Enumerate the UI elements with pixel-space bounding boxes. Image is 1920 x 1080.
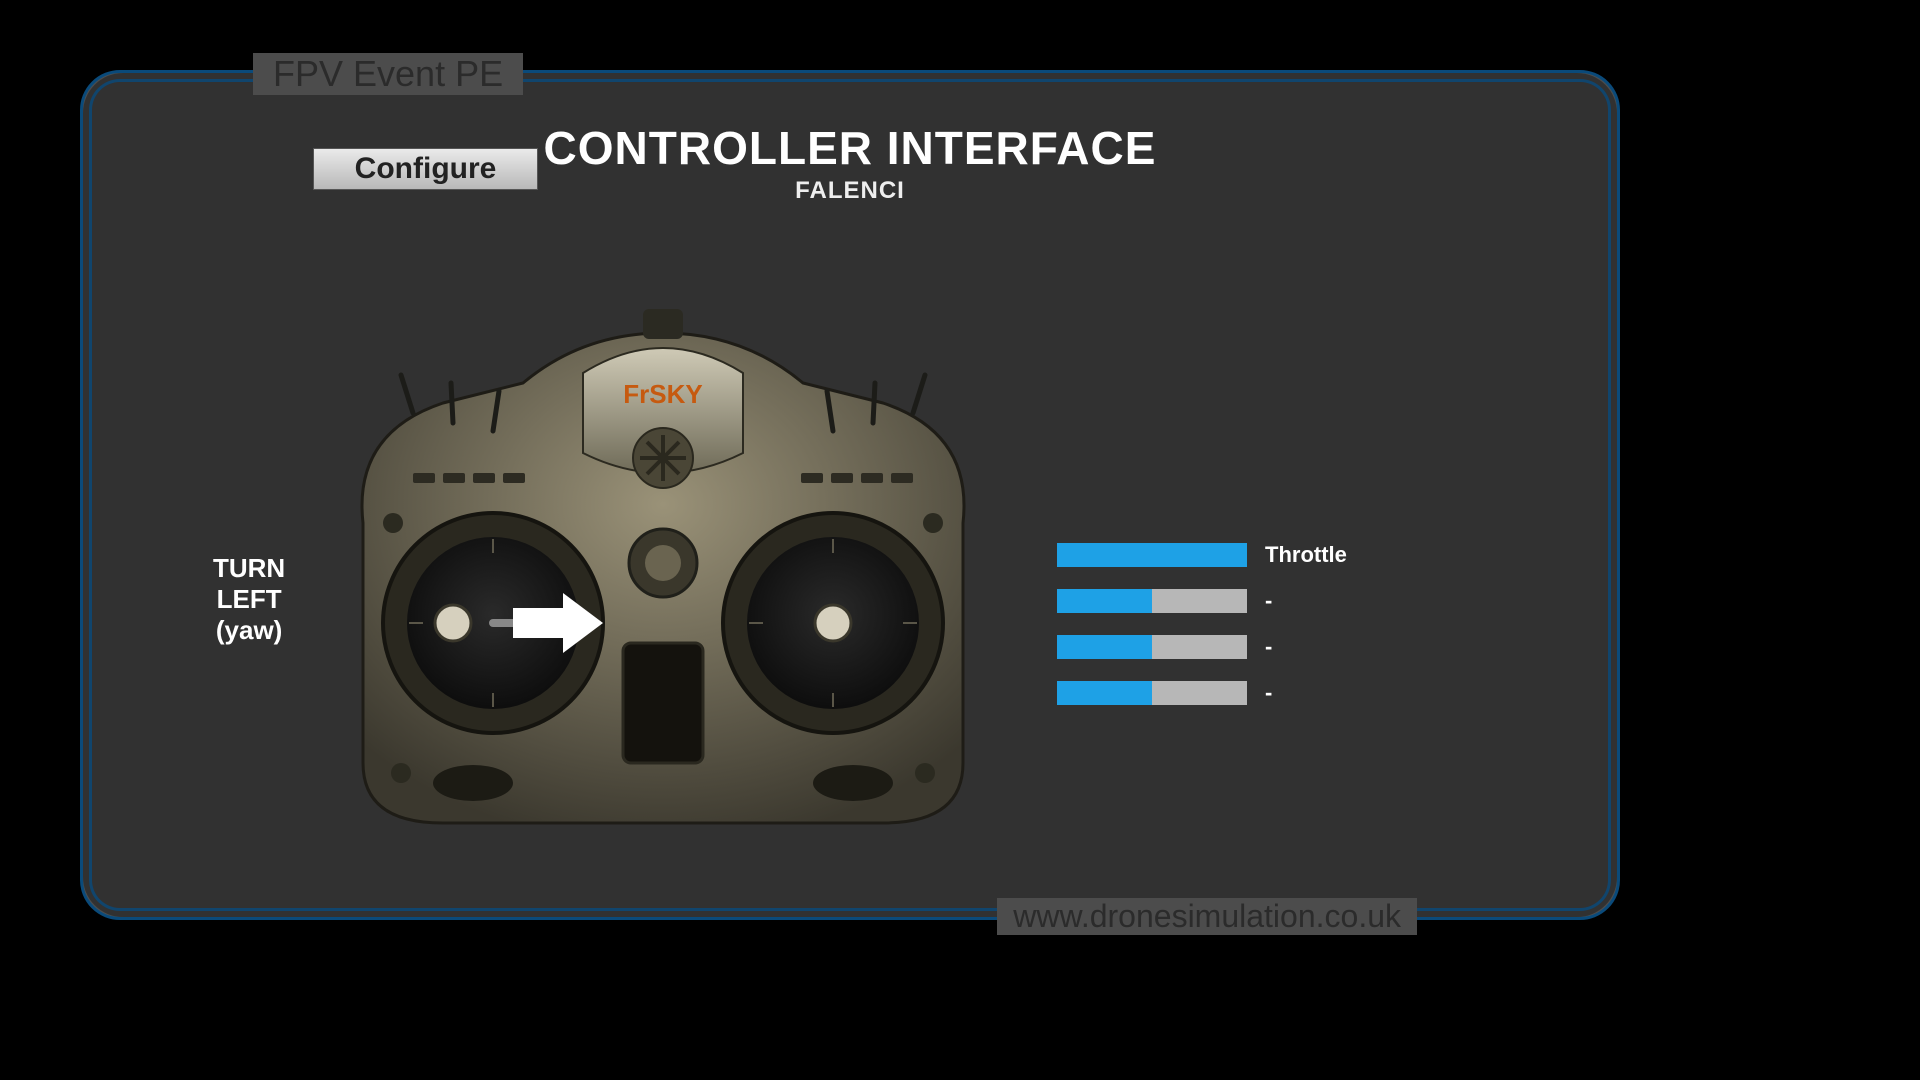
gauge-label: Throttle <box>1265 542 1347 568</box>
panel-title: FPV Event PE <box>253 53 523 95</box>
gauge-bar <box>1057 543 1247 567</box>
footer-url: www.dronesimulation.co.uk <box>997 898 1417 935</box>
gauge-row-2: - <box>1057 589 1347 613</box>
gauge-row-throttle: Throttle <box>1057 543 1347 567</box>
transmitter-brand-text: FrSKY <box>623 379 702 409</box>
gauge-row-3: - <box>1057 635 1347 659</box>
gauge-fill <box>1057 681 1152 705</box>
controller-interface-panel: FPV Event PE Configure CONTROLLER INTERF… <box>80 70 1620 920</box>
gauge-fill <box>1057 589 1152 613</box>
channel-gauges: Throttle - - - <box>1057 543 1347 727</box>
gauge-bar <box>1057 589 1247 613</box>
gauge-bar <box>1057 681 1247 705</box>
gauge-label: - <box>1265 634 1272 660</box>
gauge-label: - <box>1265 680 1272 706</box>
gauge-fill <box>1057 635 1152 659</box>
gauge-fill <box>1057 543 1247 567</box>
gauge-row-4: - <box>1057 681 1347 705</box>
page-heading: CONTROLLER INTERFACE <box>83 121 1617 175</box>
gauge-label: - <box>1265 588 1272 614</box>
page-subheading: FALENCI <box>83 177 1617 205</box>
gauge-bar <box>1057 635 1247 659</box>
transmitter-image: FrSKY <box>323 303 1003 843</box>
stick-hint-label: TURNLEFT(yaw) <box>213 553 285 647</box>
